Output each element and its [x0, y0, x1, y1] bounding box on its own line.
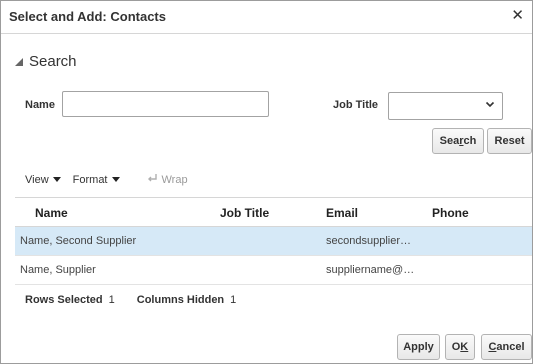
reset-button[interactable]: Reset [487, 128, 532, 154]
cell-email: suppliername@… [326, 264, 415, 276]
chevron-down-icon [485, 99, 495, 112]
rows-selected-value: 1 [108, 294, 115, 306]
search-section-toggle[interactable]: Search [15, 53, 77, 70]
rows-selected-label: Rows Selected [25, 294, 103, 306]
job-title-label: Job Title [333, 99, 379, 111]
dialog-title: Select and Add: Contacts [9, 9, 166, 24]
dialog-titlebar: Select and Add: Contacts ✕ [1, 1, 532, 34]
table-header: Name Job Title Email Phone [15, 197, 532, 227]
table-row[interactable]: Name, Second Supplier secondsupplier… [15, 227, 532, 256]
cell-name: Name, Second Supplier [20, 235, 137, 247]
table-row[interactable]: Name, Supplier suppliername@… [15, 256, 532, 285]
column-header-phone[interactable]: Phone [432, 206, 469, 220]
apply-button[interactable]: Apply [397, 334, 440, 360]
name-input[interactable] [62, 91, 269, 117]
ok-button[interactable]: OK [445, 334, 475, 360]
collapse-triangle-icon [15, 57, 23, 66]
table-status-bar: Rows Selected 1 Columns Hidden 1 [25, 294, 258, 306]
columns-hidden-value[interactable]: 1 [230, 294, 236, 306]
name-label: Name [25, 99, 55, 111]
column-header-job-title[interactable]: Job Title [220, 206, 269, 220]
cancel-button[interactable]: Cancel [481, 334, 532, 360]
wrap-button[interactable]: Wrap [146, 173, 188, 186]
column-header-name[interactable]: Name [35, 206, 68, 220]
close-icon[interactable]: ✕ [511, 8, 524, 24]
view-menu[interactable]: View [25, 174, 61, 186]
select-contacts-dialog: Select and Add: Contacts ✕ Search Name J… [0, 0, 533, 364]
column-header-email[interactable]: Email [326, 206, 358, 220]
cell-email: secondsupplier… [326, 235, 411, 247]
cell-name: Name, Supplier [20, 264, 96, 276]
contacts-table: Name Job Title Email Phone Name, Second … [15, 197, 532, 285]
search-button[interactable]: Sea r ch [432, 128, 484, 154]
search-heading: Search [29, 53, 77, 70]
columns-hidden-label: Columns Hidden [136, 294, 225, 306]
table-toolbar: View Format Wrap [25, 173, 200, 186]
wrap-icon [146, 173, 158, 186]
caret-down-icon [52, 177, 61, 182]
format-menu[interactable]: Format [73, 174, 120, 186]
caret-down-icon [111, 177, 120, 182]
job-title-select[interactable] [388, 92, 503, 120]
